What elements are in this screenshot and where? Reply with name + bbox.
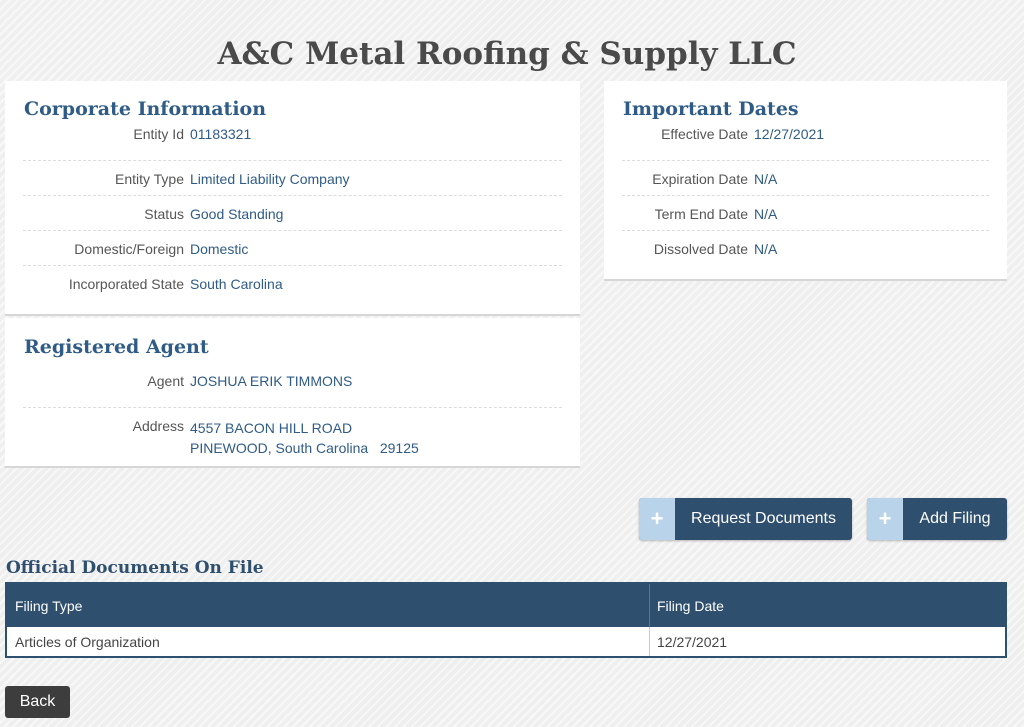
official-documents-heading: Official Documents On File: [6, 558, 264, 578]
filing-date-header[interactable]: Filing Date: [650, 584, 1005, 627]
corporate-information-card: Corporate Information Entity Id 01183321…: [5, 81, 580, 316]
expiration-date-row: Expiration Date N/A: [622, 161, 989, 196]
term-end-date-row: Term End Date N/A: [622, 196, 989, 231]
agent-label: Agent: [147, 373, 184, 389]
effective-date-row: Effective Date 12/27/2021: [622, 126, 989, 161]
domestic-foreign-label: Domestic/Foreign: [74, 241, 184, 257]
effective-date-label: Effective Date: [661, 126, 748, 142]
add-filing-button[interactable]: + Add Filing: [867, 498, 1007, 540]
expiration-date-value: N/A: [754, 171, 778, 187]
registered-agent-heading: Registered Agent: [24, 336, 209, 358]
entity-type-label: Entity Type: [114, 171, 184, 187]
entity-type-row: Entity Type Limited Liability Company: [23, 161, 562, 196]
term-end-date-value: N/A: [754, 206, 778, 222]
entity-type-value: Limited Liability Company: [190, 171, 350, 187]
address-row: Address 4557 BACON HILL ROAD PINEWOOD, S…: [23, 408, 562, 468]
plus-icon: +: [867, 498, 903, 540]
entity-id-label: Entity Id: [133, 126, 184, 142]
domestic-foreign-row: Domestic/Foreign Domestic: [23, 231, 562, 266]
table-row[interactable]: Articles of Organization 12/27/2021: [7, 627, 1005, 656]
entity-id-value: 01183321: [190, 126, 252, 142]
dissolved-date-row: Dissolved Date N/A: [622, 231, 989, 266]
address-line-1: 4557 BACON HILL ROAD: [190, 420, 353, 436]
important-dates-heading: Important Dates: [623, 98, 799, 120]
agent-name-value: JOSHUA ERIK TIMMONS: [190, 373, 353, 389]
term-end-date-label: Term End Date: [654, 206, 748, 222]
status-value: Good Standing: [190, 206, 284, 222]
expiration-date-label: Expiration Date: [652, 171, 748, 187]
status-row: Status Good Standing: [23, 196, 562, 231]
filing-date-cell: 12/27/2021: [657, 633, 728, 650]
address-label: Address: [132, 418, 184, 434]
filing-type-cell: Articles of Organization: [7, 627, 650, 656]
plus-icon: +: [639, 498, 675, 540]
effective-date-value: 12/27/2021: [754, 126, 825, 142]
request-documents-label: Request Documents: [691, 510, 836, 527]
address-value: 4557 BACON HILL ROAD PINEWOOD, South Car…: [190, 418, 419, 458]
registered-agent-card: Registered Agent Agent JOSHUA ERIK TIMMO…: [5, 318, 580, 468]
domestic-foreign-value: Domestic: [190, 241, 249, 257]
address-line-2: PINEWOOD, South Carolina 29125: [190, 440, 419, 456]
dissolved-date-label: Dissolved Date: [653, 241, 748, 257]
status-label: Status: [144, 206, 184, 222]
important-dates-card: Important Dates Effective Date 12/27/202…: [604, 81, 1007, 281]
incorporated-state-label: Incorporated State: [68, 276, 184, 292]
filing-type-header[interactable]: Filing Type: [7, 584, 650, 627]
incorporated-state-row: Incorporated State South Carolina: [23, 266, 562, 301]
agent-row: Agent JOSHUA ERIK TIMMONS: [23, 373, 562, 408]
add-filing-label: Add Filing: [919, 510, 991, 527]
corporate-information-heading: Corporate Information: [24, 98, 267, 120]
request-documents-button[interactable]: + Request Documents: [639, 498, 852, 540]
table-header-row: Filing Type Filing Date: [7, 584, 1005, 627]
official-documents-table: Filing Type Filing Date Articles of Orga…: [5, 582, 1007, 658]
entity-title: A&C Metal Roofing & Supply LLC: [217, 36, 797, 72]
entity-id-row: Entity Id 01183321: [23, 126, 562, 161]
incorporated-state-value: South Carolina: [190, 276, 283, 292]
dissolved-date-value: N/A: [754, 241, 778, 257]
back-button[interactable]: Back: [5, 686, 70, 718]
